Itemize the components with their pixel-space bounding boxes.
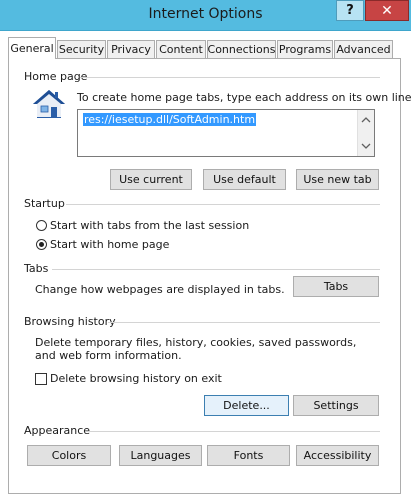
history-settings-button[interactable]: Settings: [293, 395, 379, 416]
appearance-group-divider: [88, 431, 380, 432]
tabs-button[interactable]: Tabs: [293, 276, 379, 297]
use-new-tab-button[interactable]: Use new tab: [296, 169, 379, 190]
tab-advanced[interactable]: Advanced: [334, 40, 393, 58]
appearance-group-label: Appearance: [24, 424, 95, 437]
fonts-button[interactable]: Fonts: [207, 445, 290, 466]
delete-history-button[interactable]: Delete...: [204, 395, 289, 416]
startup-last-session-label[interactable]: Start with tabs from the last session: [50, 219, 249, 232]
tab-general[interactable]: General: [8, 37, 56, 59]
tabs-group-divider: [52, 269, 380, 270]
delete-on-exit-label[interactable]: Delete browsing history on exit: [50, 372, 222, 385]
tabs-description: Change how webpages are displayed in tab…: [35, 283, 285, 296]
startup-home-page-radio[interactable]: [36, 239, 47, 250]
delete-on-exit-checkbox[interactable]: [35, 373, 47, 385]
use-current-button[interactable]: Use current: [110, 169, 192, 190]
languages-button[interactable]: Languages: [119, 445, 202, 466]
scroll-down-icon[interactable]: [361, 141, 371, 151]
startup-last-session-radio[interactable]: [36, 220, 47, 231]
home-page-instruction: To create home page tabs, type each addr…: [77, 91, 411, 104]
browsing-history-group-label: Browsing history: [24, 315, 120, 328]
home-page-group-divider: [80, 77, 380, 78]
accessibility-button[interactable]: Accessibility: [296, 445, 379, 466]
startup-group-label: Startup: [24, 197, 69, 210]
colors-button[interactable]: Colors: [27, 445, 111, 466]
help-button[interactable]: ?: [336, 0, 364, 21]
tab-programs[interactable]: Programs: [277, 40, 333, 58]
browsing-history-description: Delete temporary files, history, cookies…: [35, 336, 357, 362]
home-page-address-input[interactable]: res://iesetup.dll/SoftAdmin.htm: [77, 109, 375, 157]
tab-connections[interactable]: Connections: [207, 40, 276, 58]
title-bar[interactable]: Internet Options ? ✕: [0, 0, 411, 31]
home-page-address-value: res://iesetup.dll/SoftAdmin.htm: [83, 113, 257, 126]
tab-content[interactable]: Content: [156, 40, 206, 58]
startup-group-divider: [66, 204, 380, 205]
address-scrollbar[interactable]: [357, 110, 374, 156]
browsing-history-group-divider: [108, 322, 380, 323]
scroll-up-icon[interactable]: [361, 115, 371, 125]
house-icon: [33, 90, 65, 118]
tabs-group-label: Tabs: [24, 262, 53, 275]
tab-security[interactable]: Security: [57, 40, 106, 58]
use-default-button[interactable]: Use default: [203, 169, 286, 190]
tab-privacy[interactable]: Privacy: [107, 40, 155, 58]
startup-home-page-label[interactable]: Start with home page: [50, 238, 169, 251]
close-button[interactable]: ✕: [365, 0, 409, 21]
